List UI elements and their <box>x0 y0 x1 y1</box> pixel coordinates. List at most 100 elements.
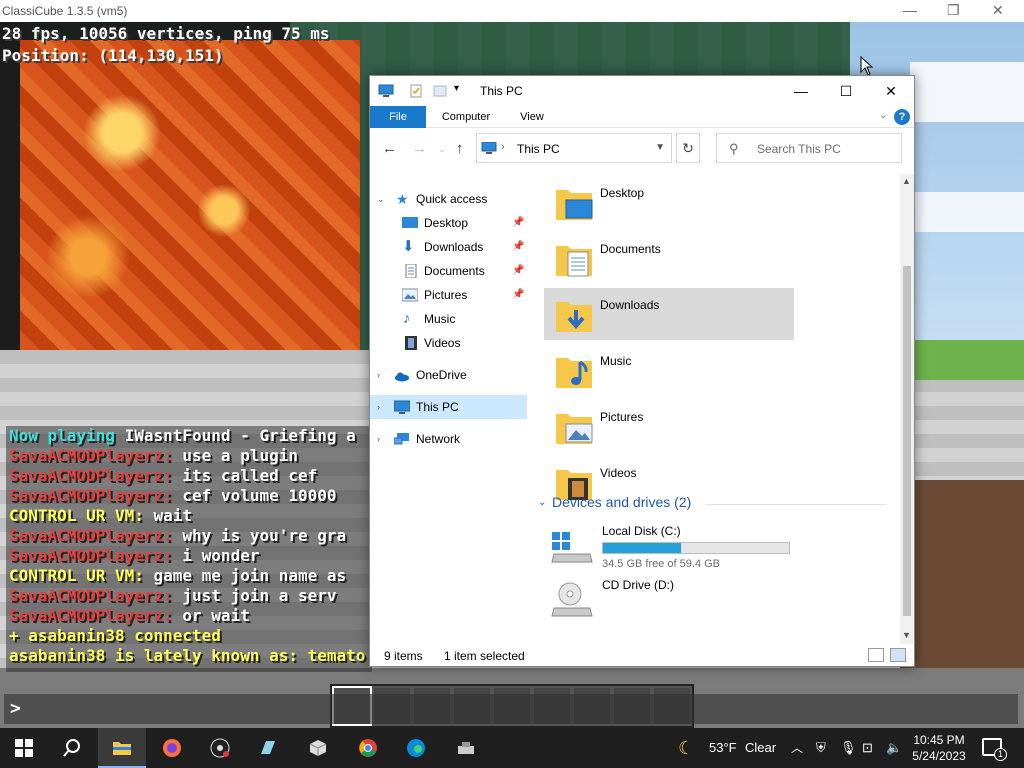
chat-message: i wonder <box>172 546 260 565</box>
sidebar-item-videos[interactable]: Videos <box>370 331 527 355</box>
this-pc-icon <box>394 400 410 414</box>
pin-icon[interactable]: 📌 <box>512 235 524 259</box>
refresh-icon[interactable]: ↻ <box>676 133 700 163</box>
chevron-down-icon[interactable]: ⌄ <box>377 187 385 211</box>
pin-icon[interactable]: 📌 <box>512 283 524 307</box>
folder-name: Downloads <box>600 298 660 312</box>
sidebar-item-label: This PC <box>416 400 459 414</box>
taskbar-edge[interactable] <box>392 728 440 768</box>
chevron-right-icon[interactable]: › <box>377 427 380 451</box>
drive-item-c[interactable]: Local Disk (C:) 34.5 GB free of 59.4 GB <box>544 520 844 576</box>
expand-ribbon-icon[interactable]: ⌄ <box>879 108 888 121</box>
close-icon[interactable]: ✕ <box>868 76 914 106</box>
obs-icon <box>210 738 230 758</box>
film-icon <box>405 336 417 350</box>
breadcrumb-chevron-icon[interactable]: › <box>501 141 505 153</box>
address-bar[interactable]: › This PC ▼ <box>476 133 672 163</box>
sidebar-item-network[interactable]: › Network <box>370 427 527 451</box>
sidebar-item-label: Network <box>416 432 461 446</box>
sidebar-item-music[interactable]: ♪ Music <box>370 307 527 331</box>
minimize-icon[interactable]: — <box>778 76 824 106</box>
music-folder-icon <box>556 358 592 388</box>
restore-icon[interactable]: ❐ <box>947 2 960 19</box>
search-input[interactable]: ⚲ Search This PC <box>716 133 902 163</box>
folder-item-documents[interactable]: Documents <box>544 232 794 284</box>
downloads-folder-icon <box>556 302 592 332</box>
file-explorer-window[interactable]: ▾ This PC — ☐ ✕ File Computer View ⌄ ? ←… <box>369 75 915 667</box>
help-icon[interactable]: ? <box>894 109 910 125</box>
folder-item-downloads[interactable]: Downloads <box>544 288 794 340</box>
drive-free-space: 34.5 GB free of 59.4 GB <box>602 558 721 570</box>
sidebar-item-this-pc[interactable]: › This PC <box>370 395 527 419</box>
large-icons-view-icon[interactable] <box>890 648 906 662</box>
taskbar-app[interactable] <box>294 728 342 768</box>
document-icon <box>405 264 417 278</box>
content-pane: Desktop Documents Downloads Music Pictur… <box>538 170 898 640</box>
back-icon[interactable]: ← <box>382 140 397 157</box>
sidebar-item-documents[interactable]: Documents 📌 <box>370 259 527 283</box>
sidebar-item-quick-access[interactable]: ⌄ ★ Quick access <box>370 187 527 211</box>
vertical-scrollbar[interactable]: ▲ ▼ <box>900 174 914 644</box>
network-icon[interactable]: ⊡ <box>862 728 873 768</box>
properties-icon[interactable] <box>408 83 424 99</box>
folder-item-desktop[interactable]: Desktop <box>544 176 794 228</box>
chevron-right-icon[interactable]: › <box>377 363 380 387</box>
clock[interactable]: 10:45 PM 5/24/2023 <box>904 732 974 764</box>
scroll-down-icon[interactable]: ▼ <box>902 630 911 640</box>
tab-view[interactable]: View <box>510 106 554 128</box>
minimize-icon[interactable]: — <box>903 2 917 18</box>
chat-input[interactable]: > <box>4 694 1018 724</box>
tab-computer[interactable]: Computer <box>434 106 498 128</box>
maximize-icon[interactable]: ☐ <box>823 76 869 106</box>
pin-icon[interactable]: 📌 <box>512 211 524 235</box>
sidebar-item-onedrive[interactable]: › OneDrive <box>370 363 527 387</box>
start-button[interactable] <box>0 728 48 768</box>
recent-locations-icon[interactable]: ⌄ <box>438 144 446 155</box>
weather-moon-icon[interactable]: ☾ <box>678 728 694 768</box>
weather-text[interactable]: Clear <box>745 728 776 768</box>
customize-toolbar-icon[interactable]: ▾ <box>454 83 459 94</box>
sidebar-item-downloads[interactable]: ⬇ Downloads 📌 <box>370 235 527 259</box>
tab-file[interactable]: File <box>370 106 426 128</box>
scroll-up-icon[interactable]: ▲ <box>902 176 911 186</box>
taskbar-obs[interactable] <box>196 728 244 768</box>
forward-icon[interactable]: → <box>412 140 427 157</box>
close-icon[interactable]: ✕ <box>992 2 1004 19</box>
taskbar-chrome[interactable] <box>344 728 392 768</box>
chevron-right-icon[interactable]: › <box>377 395 380 419</box>
notification-icon[interactable]: 1 <box>982 738 1007 761</box>
game-title-bar[interactable]: ClassiCube 1.3.5 (vm5) — ❐ ✕ <box>0 0 1024 22</box>
sidebar-item-desktop[interactable]: Desktop 📌 <box>370 211 527 235</box>
chat-line: SavaACMODPlayerz: use a plugin <box>6 446 372 466</box>
taskbar-firefox[interactable] <box>148 728 196 768</box>
folder-item-pictures[interactable]: Pictures <box>544 400 794 452</box>
chevron-down-icon[interactable]: ▼ <box>655 142 665 153</box>
explorer-title-bar[interactable]: ▾ This PC — ☐ ✕ <box>370 76 914 106</box>
scrollbar-thumb[interactable] <box>903 266 911 616</box>
details-view-icon[interactable] <box>868 648 884 662</box>
status-bar: 9 items 1 item selected <box>370 644 914 666</box>
microphone-icon[interactable]: 🎙 <box>840 728 857 768</box>
chat-message: why is you're gra <box>172 526 347 545</box>
drive-item-d[interactable]: CD Drive (D:) <box>544 574 844 630</box>
search-button[interactable] <box>48 728 96 768</box>
taskbar-file-explorer[interactable] <box>98 728 146 768</box>
up-icon[interactable]: ↑ <box>456 140 464 157</box>
chat-message: just join a serv <box>172 586 337 605</box>
taskbar-app[interactable] <box>442 728 490 768</box>
folder-item-music[interactable]: Music <box>544 344 794 396</box>
defender-icon[interactable]: ⛨ <box>816 728 826 768</box>
music-note-icon: ♪ <box>403 310 411 327</box>
new-folder-icon[interactable] <box>432 83 448 99</box>
chevron-down-icon[interactable]: ⌄ <box>538 497 546 508</box>
taskbar-app[interactable] <box>244 728 292 768</box>
chat-line: SavaACMODPlayerz: its called cef <box>6 466 372 486</box>
volume-icon[interactable]: 🔈 <box>886 728 902 768</box>
navigation-pane: ⌄ ★ Quick access Desktop 📌 ⬇ Downloads 📌… <box>370 176 530 636</box>
weather-temp[interactable]: 53°F <box>709 728 737 768</box>
breadcrumb[interactable]: This PC <box>517 142 560 156</box>
chevron-up-icon[interactable]: ︿ <box>791 728 803 768</box>
devices-group-header[interactable]: ⌄ Devices and drives (2) <box>538 494 888 514</box>
pin-icon[interactable]: 📌 <box>512 259 524 283</box>
sidebar-item-pictures[interactable]: Pictures 📌 <box>370 283 527 307</box>
